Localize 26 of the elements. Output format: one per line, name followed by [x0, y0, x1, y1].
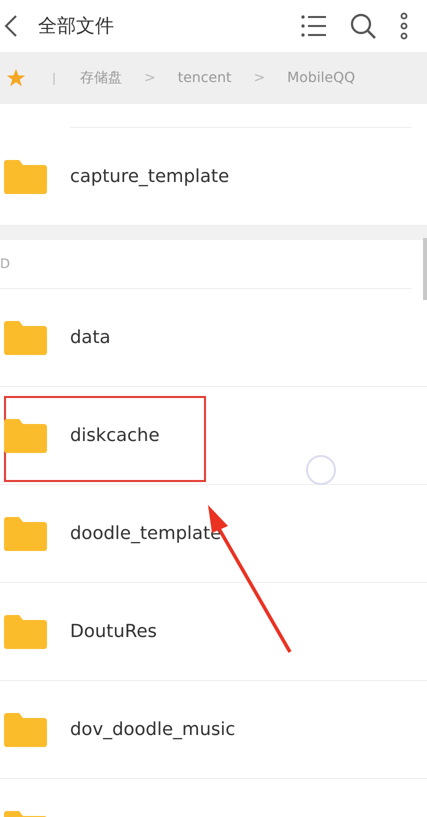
folder-icon	[4, 614, 47, 648]
list-view-icon[interactable]	[301, 14, 327, 38]
folder-name[interactable]: dov_doodle_music	[70, 719, 236, 740]
touch-indicator	[306, 455, 336, 485]
folder-row[interactable]: dov_doodle_music	[0, 681, 427, 779]
folder-name[interactable]: doodle_template	[70, 523, 222, 544]
folder-row[interactable]: DoutuRes	[0, 583, 427, 681]
folder-icon	[4, 516, 47, 550]
search-icon[interactable]	[349, 12, 377, 40]
back-icon[interactable]	[4, 14, 18, 38]
chevron: >	[253, 70, 266, 86]
section-letter: D	[0, 256, 10, 272]
folder-name[interactable]: diskcache	[70, 425, 160, 446]
page-title: 全部文件	[38, 14, 114, 39]
folder-icon	[4, 712, 47, 746]
folder-icon	[4, 418, 47, 452]
folder-icon	[4, 160, 47, 194]
folder-name[interactable]: data	[70, 327, 111, 348]
folder-icon	[4, 320, 47, 354]
star-icon[interactable]	[6, 68, 26, 88]
more-icon[interactable]	[399, 12, 409, 40]
separator: |	[52, 71, 56, 85]
folder-name[interactable]: DoutuRes	[70, 621, 157, 642]
folder-name[interactable]: capture_template	[70, 166, 230, 187]
scrollbar[interactable]	[423, 238, 427, 300]
chevron: >	[144, 70, 156, 86]
